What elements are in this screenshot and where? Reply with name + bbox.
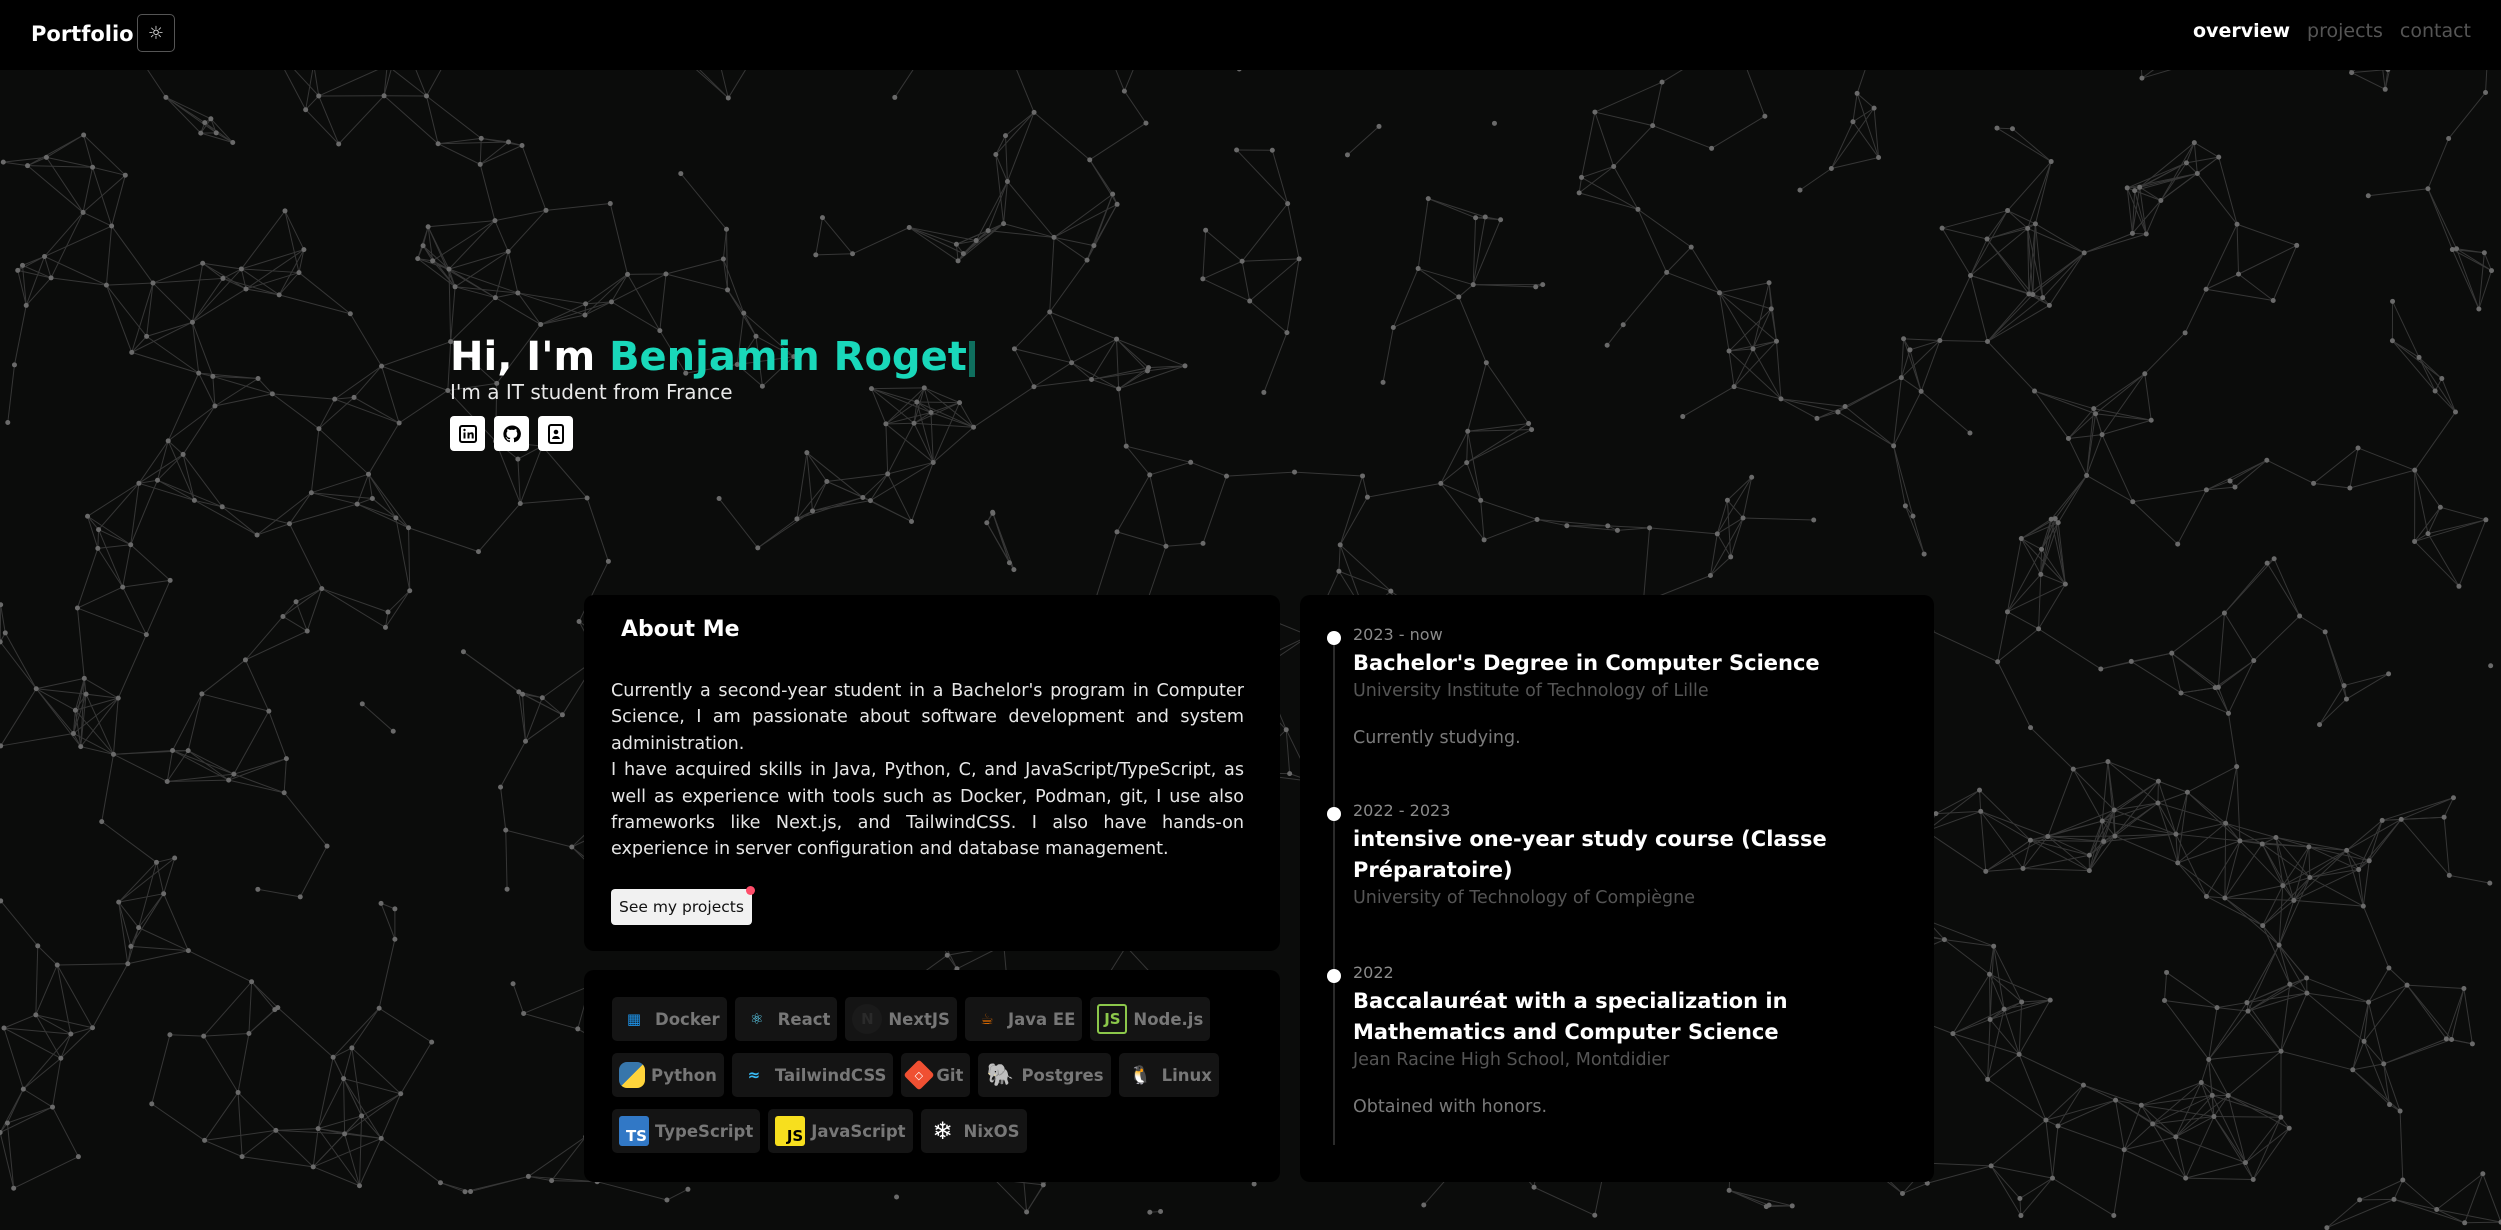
hero-greeting: Hi, I'm <box>450 334 596 380</box>
skill-nextjs: N NextJS <box>845 997 957 1041</box>
skill-javascript: JS JavaScript <box>768 1109 913 1153</box>
skills-row: Python ≈ TailwindCSS ◇ Git 🐘 Postgres 🐧 … <box>612 1053 1252 1097</box>
nextjs-icon: N <box>852 1004 883 1034</box>
about-card: About Me Currently a second-year student… <box>584 595 1280 951</box>
postgres-icon: 🐘 <box>986 1062 1015 1088</box>
timeline-date: 2022 - 2023 <box>1353 801 1451 820</box>
nav-link-contact[interactable]: contact <box>2400 20 2471 42</box>
skill-docker: ▦ Docker <box>612 997 727 1041</box>
timeline-title: Baccalauréat with a specialization in Ma… <box>1353 989 1788 1044</box>
nav-link-overview[interactable]: overview <box>2193 20 2290 42</box>
hero-section: Hi, I'm Benjamin Roget I'm a IT student … <box>450 330 975 451</box>
hero-heading: Hi, I'm Benjamin Roget <box>450 330 975 384</box>
python-icon <box>619 1062 645 1088</box>
skill-typescript: TS TypeScript <box>612 1109 761 1153</box>
github-button[interactable] <box>494 416 529 451</box>
git-icon: ◇ <box>903 1059 935 1091</box>
see-projects-label: See my projects <box>619 897 744 916</box>
skill-label: Docker <box>655 1009 720 1029</box>
about-paragraph: I have acquired skills in Java, Python, … <box>611 760 1244 860</box>
nixos-icon: ❄ <box>932 1117 953 1145</box>
theme-toggle-button[interactable]: ☼ <box>137 14 175 52</box>
skill-postgres: 🐘 Postgres <box>978 1053 1111 1097</box>
skill-label: Linux <box>1161 1065 1212 1085</box>
nodejs-icon: JS <box>1097 1004 1128 1034</box>
skills-row: TS TypeScript JS JavaScript ❄ NixOS <box>612 1109 1252 1153</box>
about-text: Currently a second-year student in a Bac… <box>611 678 1244 863</box>
react-icon: ⚛ <box>749 1010 764 1028</box>
linkedin-button[interactable] <box>450 416 485 451</box>
linkedin-icon <box>458 424 477 443</box>
timeline-description: Obtained with honors. <box>1353 1097 1548 1117</box>
timeline-dot <box>1327 631 1341 645</box>
timeline-title: intensive one-year study course (Classe … <box>1353 827 1827 882</box>
tailwind-icon: ≈ <box>747 1066 761 1084</box>
contact-card-button[interactable] <box>538 416 573 451</box>
skill-label: Java EE <box>1007 1009 1076 1029</box>
social-links <box>450 416 975 451</box>
linux-icon: 🐧 <box>1129 1064 1152 1086</box>
timeline-item: 2023 - now Bachelor's Degree in Computer… <box>1327 625 1934 748</box>
timeline-item: 2022 Baccalauréat with a specialization … <box>1327 963 1934 1117</box>
skill-label: NextJS <box>888 1009 950 1029</box>
skill-nixos: ❄ NixOS <box>920 1109 1027 1153</box>
timeline-item: 2022 - 2023 intensive one-year study cou… <box>1327 801 1934 908</box>
timeline-school: Jean Racine High School, Montdidier <box>1353 1050 1670 1070</box>
nav-links: overview projects contact <box>2193 20 2471 42</box>
timeline-dot <box>1327 969 1341 983</box>
javascript-icon: JS <box>775 1116 806 1146</box>
java-icon: ☕ <box>980 1010 994 1028</box>
skill-label: Postgres <box>1021 1065 1104 1085</box>
about-title: About Me <box>621 617 740 642</box>
education-timeline-card: 2023 - now Bachelor's Degree in Computer… <box>1300 595 1934 1182</box>
skill-linux: 🐧 Linux <box>1118 1053 1219 1097</box>
typing-cursor <box>968 341 975 377</box>
timeline-date: 2023 - now <box>1353 625 1443 644</box>
docker-icon: ▦ <box>626 1010 642 1028</box>
brand-logo[interactable]: Portfolio <box>31 22 134 46</box>
skill-react: ⚛ React <box>734 997 838 1041</box>
skill-label: Python <box>651 1065 717 1085</box>
skill-nodejs: JS Node.js <box>1090 997 1211 1041</box>
skill-label: Node.js <box>1133 1009 1204 1029</box>
notification-dot <box>745 885 755 895</box>
skill-python: Python <box>612 1053 724 1097</box>
see-projects-button[interactable]: See my projects <box>611 885 755 925</box>
skill-label: JavaScript <box>811 1121 906 1141</box>
timeline-school: University Institute of Technology of Li… <box>1353 681 1709 701</box>
skills-row: ▦ Docker ⚛ React N NextJS ☕ Java EE JS N… <box>612 997 1252 1041</box>
timeline-description: Currently studying. <box>1353 728 1521 748</box>
skill-label: React <box>777 1009 831 1029</box>
skill-label: TailwindCSS <box>774 1065 887 1085</box>
nav-link-projects[interactable]: projects <box>2307 20 2383 42</box>
timeline-title: Bachelor's Degree in Computer Science <box>1353 651 1820 675</box>
github-icon <box>502 424 521 442</box>
contact-card-icon <box>547 423 564 444</box>
hero-name: Benjamin Roget <box>609 334 967 380</box>
skills-card: ▦ Docker ⚛ React N NextJS ☕ Java EE JS N… <box>584 970 1280 1182</box>
sun-icon: ☼ <box>147 22 165 44</box>
skill-label: NixOS <box>963 1121 1020 1141</box>
timeline-dot <box>1327 807 1341 821</box>
skill-git: ◇ Git <box>901 1053 971 1097</box>
skill-label: Git <box>936 1065 964 1085</box>
skill-java: ☕ Java EE <box>964 997 1083 1041</box>
skill-label: TypeScript <box>655 1121 754 1141</box>
about-paragraph: Currently a second-year student in a Bac… <box>611 681 1244 754</box>
typescript-icon: TS <box>619 1116 649 1146</box>
skill-tailwind: ≈ TailwindCSS <box>731 1053 894 1097</box>
timeline-school: University of Technology of Compiègne <box>1353 888 1695 908</box>
top-navbar: Portfolio ☼ overview projects contact <box>0 0 2501 70</box>
timeline-date: 2022 <box>1353 963 1394 982</box>
